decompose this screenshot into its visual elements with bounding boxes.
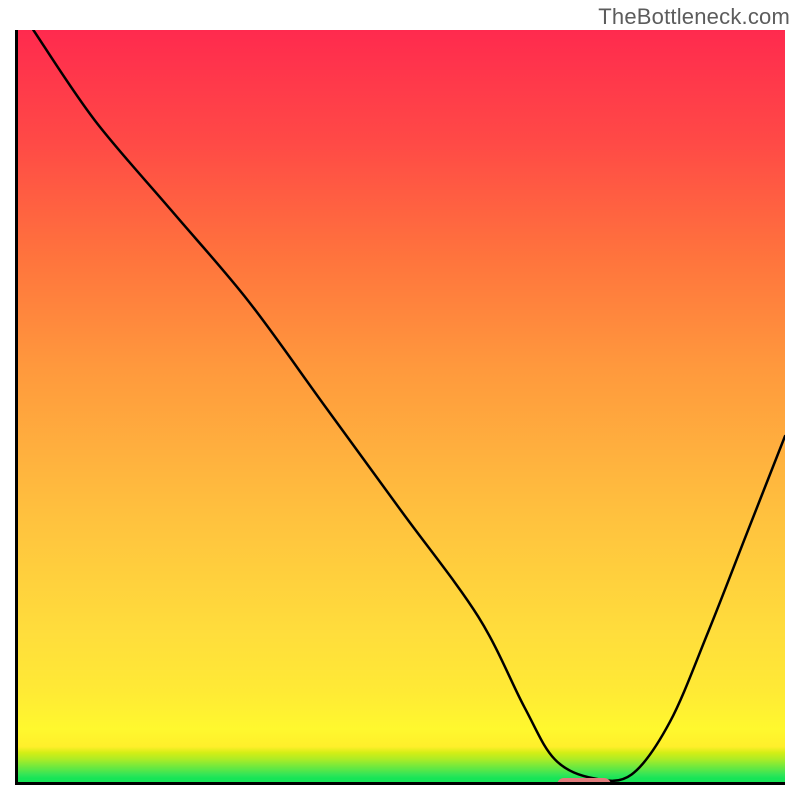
watermark-text: TheBottleneck.com [598,4,790,30]
bottleneck-curve [18,30,785,782]
optimum-marker [557,778,611,785]
chart-plot-area [15,30,785,785]
